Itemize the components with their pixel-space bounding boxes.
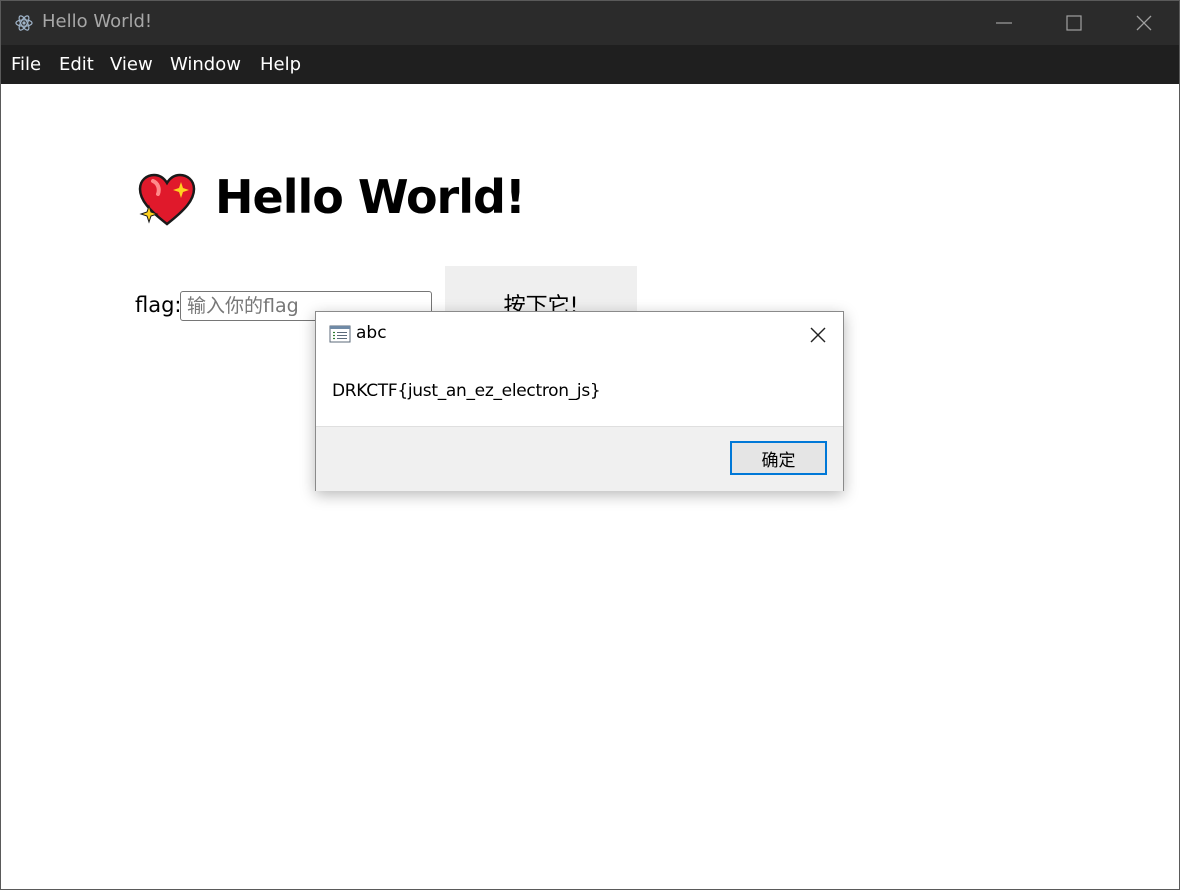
flag-label: flag: bbox=[135, 293, 182, 317]
page-title: Hello World! bbox=[215, 170, 526, 224]
menu-edit[interactable]: Edit bbox=[59, 54, 94, 75]
dialog-title: abc bbox=[356, 323, 387, 343]
title-bar: Hello World! bbox=[1, 1, 1179, 45]
close-button[interactable] bbox=[1109, 1, 1179, 45]
sparkling-heart-icon bbox=[138, 173, 196, 226]
electron-icon bbox=[15, 15, 33, 31]
window-list-icon bbox=[329, 325, 351, 343]
menu-file[interactable]: File bbox=[11, 54, 41, 75]
close-icon bbox=[810, 327, 826, 343]
dialog-message: DRKCTF{just_an_ez_electron_js} bbox=[332, 381, 601, 401]
app-window: Hello World! File Edit View Window Help bbox=[0, 0, 1180, 890]
minimize-button[interactable] bbox=[969, 1, 1039, 45]
ok-button[interactable]: 确定 bbox=[730, 441, 827, 475]
maximize-icon bbox=[1066, 15, 1082, 31]
close-icon bbox=[1136, 15, 1152, 31]
alert-dialog: abc DRKCTF{just_an_ez_electron_js} 确定 bbox=[315, 311, 844, 491]
menu-view[interactable]: View bbox=[110, 54, 153, 75]
menu-window[interactable]: Window bbox=[170, 54, 241, 75]
maximize-button[interactable] bbox=[1039, 1, 1109, 45]
minimize-icon bbox=[996, 22, 1012, 24]
dialog-footer: 确定 bbox=[316, 426, 843, 491]
menu-help[interactable]: Help bbox=[260, 54, 301, 75]
menu-bar: File Edit View Window Help bbox=[1, 45, 1179, 84]
window-title: Hello World! bbox=[42, 11, 153, 32]
dialog-close-button[interactable] bbox=[806, 323, 830, 347]
